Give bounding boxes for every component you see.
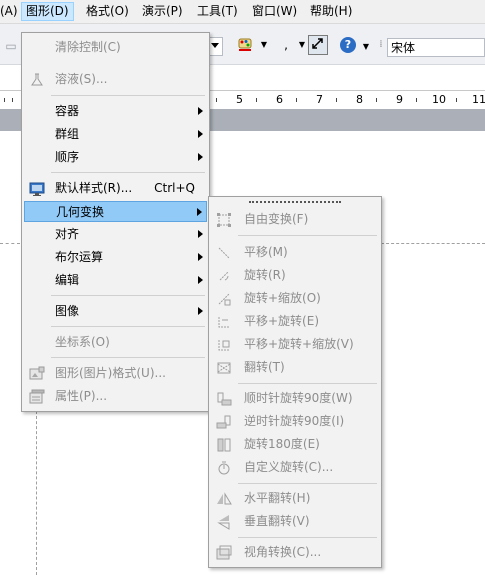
menu-item-custom-rotate[interactable]: 自定义旋转(C)... (211, 457, 379, 478)
submenu-arrow-icon (198, 107, 203, 115)
submenu-arrow-icon (198, 276, 203, 284)
menu-bar: (A) 图形(D) 格式(O) 演示(P) 工具(T) 窗口(W) 帮助(H) (0, 0, 485, 24)
menu-item-flip[interactable]: 翻转(T) (211, 357, 379, 378)
menu-separator (51, 357, 205, 358)
menu-item-flip-vertical[interactable]: 垂直翻转(V) (211, 511, 379, 532)
menu-format[interactable]: 格式(O) (82, 3, 133, 20)
help-icon[interactable]: ? (340, 37, 356, 53)
menu-tools[interactable]: 工具(T) (193, 3, 242, 20)
menu-item-move-rotate[interactable]: 平移+旋转(E) (211, 311, 379, 332)
menu-item-rotate[interactable]: 旋转(R) (211, 265, 379, 286)
menu-item-rotate-180[interactable]: 旋转180度(E) (211, 434, 379, 455)
perspective-icon (216, 545, 232, 561)
menu-separator (51, 295, 205, 296)
menu-item-coordinate-system[interactable]: 坐标系(O) (24, 332, 207, 353)
menu-item-boolean[interactable]: 布尔运算 (24, 247, 207, 268)
ruler-number: 5 (236, 93, 243, 106)
tear-off-grip[interactable] (249, 201, 341, 203)
submenu-arrow-icon (198, 253, 203, 261)
rotate-cw-90-icon (216, 391, 232, 407)
menu-item-properties[interactable]: 属性(P)... (24, 386, 207, 407)
clear-control-icon (29, 40, 45, 56)
toolbar-left-icon[interactable]: ▭ (2, 37, 20, 55)
submenu-arrow-icon (198, 130, 203, 138)
shortcut-text: Ctrl+Q (154, 181, 195, 195)
menu-item-move-rotate-scale[interactable]: 平移+旋转+缩放(V) (211, 334, 379, 355)
menu-separator (51, 326, 205, 327)
menu-separator (51, 172, 205, 173)
ruler-number: 10 (432, 93, 446, 106)
menu-item-group[interactable]: 群组 (24, 124, 207, 145)
ruler-number: 6 (276, 93, 283, 106)
default-style-icon (29, 181, 45, 197)
ruler-number: 9 (396, 93, 403, 106)
menu-item-order[interactable]: 顺序 (24, 147, 207, 168)
rotate-ccw-90-icon (216, 414, 232, 430)
picture-format-icon (29, 366, 45, 382)
menu-item-rotate-scale[interactable]: 旋转+缩放(O) (211, 288, 379, 309)
menu-separator (238, 235, 377, 236)
menu-graphics[interactable]: 图形(D) (21, 2, 74, 21)
submenu-arrow-icon (197, 208, 202, 216)
move-rotate-icon (216, 314, 232, 330)
menu-present[interactable]: 演示(P) (138, 3, 187, 20)
color-dropdown-arrow[interactable]: ▼ (255, 36, 273, 54)
page-margin-line (0, 243, 20, 244)
menu-edit-partial[interactable]: (A) (0, 3, 22, 20)
ruler-number: 7 (316, 93, 323, 106)
custom-rotate-icon (216, 460, 232, 476)
properties-icon (29, 389, 45, 405)
menu-item-container[interactable]: 容器 (24, 101, 207, 122)
menu-help[interactable]: 帮助(H) (306, 3, 356, 20)
page-margin-line (381, 243, 485, 244)
menu-item-clear-control[interactable]: 清除控制(C) (24, 37, 207, 58)
submenu-arrow-icon (198, 307, 203, 315)
menu-separator (238, 383, 377, 384)
menu-item-rotate-cw-90[interactable]: 顺时针旋转90度(W) (211, 388, 379, 409)
menu-separator (238, 483, 377, 484)
menu-item-image[interactable]: 图像 (24, 301, 207, 322)
move-rotate-scale-icon (216, 337, 232, 353)
free-transform-icon (216, 212, 232, 228)
rotate-180-icon (216, 437, 232, 453)
flip-horizontal-icon (216, 491, 232, 507)
menu-separator (51, 95, 205, 96)
move-icon (216, 245, 232, 261)
menu-window[interactable]: 窗口(W) (248, 3, 301, 20)
menu-item-flip-horizontal[interactable]: 水平翻转(H) (211, 488, 379, 509)
color-palette-icon[interactable] (236, 36, 254, 54)
ruler-number: 11 (472, 93, 485, 106)
menu-item-default-style[interactable]: 默认样式(R)... Ctrl+Q (24, 178, 207, 199)
font-name-field[interactable]: 宋体 (387, 38, 485, 57)
menu-item-geometric-transform[interactable]: 几何变换 (24, 201, 207, 222)
flip-vertical-icon (216, 514, 232, 530)
submenu-arrow-icon (198, 230, 203, 238)
menu-item-rotate-ccw-90[interactable]: 逆时针旋转90度(I) (211, 411, 379, 432)
ruler-number: 8 (356, 93, 363, 106)
menu-separator (238, 537, 377, 538)
menu-item-perspective[interactable]: 视角转换(C)... (211, 542, 379, 563)
menu-item-free-transform[interactable]: 自由变换(F) (211, 209, 379, 230)
rotate-scale-icon (216, 291, 232, 307)
geometric-transform-submenu: 自由变换(F) 平移(M) 旋转(R) 旋转+缩放(O) 平移+旋转(E) 平移… (208, 196, 382, 568)
snap-icon[interactable] (308, 35, 328, 55)
menu-item-edit[interactable]: 编辑 (24, 270, 207, 291)
graphics-menu: 清除控制(C) 溶液(S)... 容器 群组 顺序 默认样式(R)... Ctr… (21, 32, 210, 412)
menu-item-solution[interactable]: 溶液(S)... (24, 69, 207, 90)
flask-icon (29, 72, 45, 88)
flip-icon (216, 360, 232, 376)
page-margin-line (36, 411, 37, 575)
submenu-arrow-icon (198, 153, 203, 161)
menu-item-move[interactable]: 平移(M) (211, 242, 379, 263)
rotate-icon (216, 268, 232, 284)
menu-item-align[interactable]: 对齐 (24, 224, 207, 245)
menu-item-picture-format[interactable]: 图形(图片)格式(U)... (24, 363, 207, 384)
